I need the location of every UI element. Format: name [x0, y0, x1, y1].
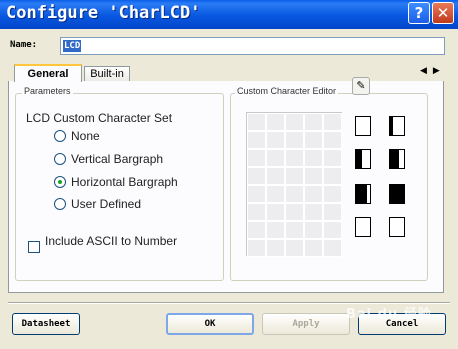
apply-button[interactable]: Apply	[262, 313, 350, 335]
pixel-cell[interactable]	[285, 239, 304, 257]
pixel-cell[interactable]	[266, 203, 285, 221]
parameters-group-label: Parameters	[22, 86, 73, 96]
custom-char-3[interactable]	[389, 149, 405, 169]
tab-built-in[interactable]: Built-in	[84, 66, 130, 81]
datasheet-button[interactable]: Datasheet	[12, 313, 80, 335]
radio-vertical-bargraph[interactable]	[54, 153, 66, 165]
pixel-cell[interactable]	[266, 167, 285, 185]
pixel-cell[interactable]	[323, 167, 342, 185]
name-input[interactable]: LCD	[60, 37, 445, 55]
custom-char-6[interactable]	[355, 217, 371, 237]
pixel-cell[interactable]	[266, 185, 285, 203]
custom-char-4[interactable]	[355, 184, 371, 204]
radio-user-defined-label[interactable]: User Defined	[71, 197, 141, 211]
char-fill	[356, 150, 362, 168]
pixel-cell[interactable]	[304, 221, 323, 239]
pixel-cell[interactable]	[266, 239, 285, 257]
pixel-cell[interactable]	[266, 149, 285, 167]
custom-character-editor-label: Custom Character Editor	[235, 86, 339, 96]
pixel-cell[interactable]	[247, 239, 266, 257]
pixel-cell[interactable]	[323, 221, 342, 239]
ok-button[interactable]: OK	[166, 313, 254, 335]
include-ascii-label[interactable]: Include ASCII to Number	[45, 234, 177, 248]
radio-horizontal-bargraph-label[interactable]: Horizontal Bargraph	[71, 175, 178, 189]
char-fill	[356, 185, 367, 203]
radio-horizontal-bargraph[interactable]	[54, 176, 66, 188]
name-value: LCD	[63, 40, 82, 52]
window-title: Configure 'CharLCD'	[6, 3, 201, 23]
pixel-cell[interactable]	[247, 185, 266, 203]
pixel-cell[interactable]	[323, 239, 342, 257]
include-ascii-checkbox[interactable]	[28, 241, 40, 253]
radio-none-label[interactable]: None	[71, 129, 100, 143]
custom-char-2[interactable]	[355, 149, 371, 169]
pixel-cell[interactable]	[285, 131, 304, 149]
custom-char-7[interactable]	[389, 217, 405, 237]
pixel-cell[interactable]	[323, 113, 342, 131]
pixel-cell[interactable]	[247, 221, 266, 239]
radio-vertical-bargraph-label[interactable]: Vertical Bargraph	[71, 152, 163, 166]
pixel-cell[interactable]	[285, 221, 304, 239]
pixel-cell[interactable]	[323, 185, 342, 203]
pixel-cell[interactable]	[247, 167, 266, 185]
radio-none[interactable]	[54, 130, 66, 142]
pixel-cell[interactable]	[323, 149, 342, 167]
pixel-cell[interactable]	[304, 203, 323, 221]
pixel-cell[interactable]	[323, 131, 342, 149]
pixel-cell[interactable]	[285, 203, 304, 221]
name-label: Name:	[10, 40, 38, 50]
pixel-cell[interactable]	[285, 167, 304, 185]
tab-general[interactable]: General	[14, 64, 82, 82]
tab-prev-arrow-icon[interactable]: ◀	[420, 66, 433, 76]
custom-char-0[interactable]	[355, 116, 371, 136]
tab-next-arrow-icon[interactable]: ▶	[433, 66, 446, 76]
help-button[interactable]: ?	[408, 2, 430, 24]
pixel-cell[interactable]	[304, 239, 323, 257]
pixel-cell[interactable]	[247, 131, 266, 149]
tab-scroll-arrows[interactable]: ◀▶	[420, 66, 446, 76]
edit-icon[interactable]: ✎	[352, 77, 370, 95]
custom-char-1[interactable]	[389, 116, 405, 136]
pixel-cell[interactable]	[266, 131, 285, 149]
title-bar: Configure 'CharLCD' ? ✕	[0, 0, 458, 29]
character-set-label: LCD Custom Character Set	[26, 111, 173, 125]
pixel-cell[interactable]	[285, 185, 304, 203]
custom-char-5[interactable]	[389, 184, 405, 204]
radio-selected-dot	[58, 180, 62, 184]
watermark: Bai du 经验	[346, 307, 432, 322]
pixel-cell[interactable]	[247, 149, 266, 167]
pixel-cell[interactable]	[247, 113, 266, 131]
pixel-cell[interactable]	[304, 113, 323, 131]
pixel-cell[interactable]	[304, 149, 323, 167]
pixel-cell[interactable]	[266, 113, 285, 131]
pixel-cell[interactable]	[304, 131, 323, 149]
character-pixel-grid[interactable]	[246, 112, 342, 257]
pixel-cell[interactable]	[285, 113, 304, 131]
char-fill	[390, 185, 404, 203]
char-fill	[390, 150, 399, 168]
pixel-cell[interactable]	[323, 203, 342, 221]
pixel-cell[interactable]	[304, 185, 323, 203]
pixel-cell[interactable]	[285, 149, 304, 167]
char-fill	[390, 117, 393, 135]
pixel-cell[interactable]	[304, 167, 323, 185]
pixel-cell[interactable]	[266, 221, 285, 239]
close-button[interactable]: ✕	[432, 2, 454, 24]
pixel-cell[interactable]	[247, 203, 266, 221]
radio-user-defined[interactable]	[54, 198, 66, 210]
